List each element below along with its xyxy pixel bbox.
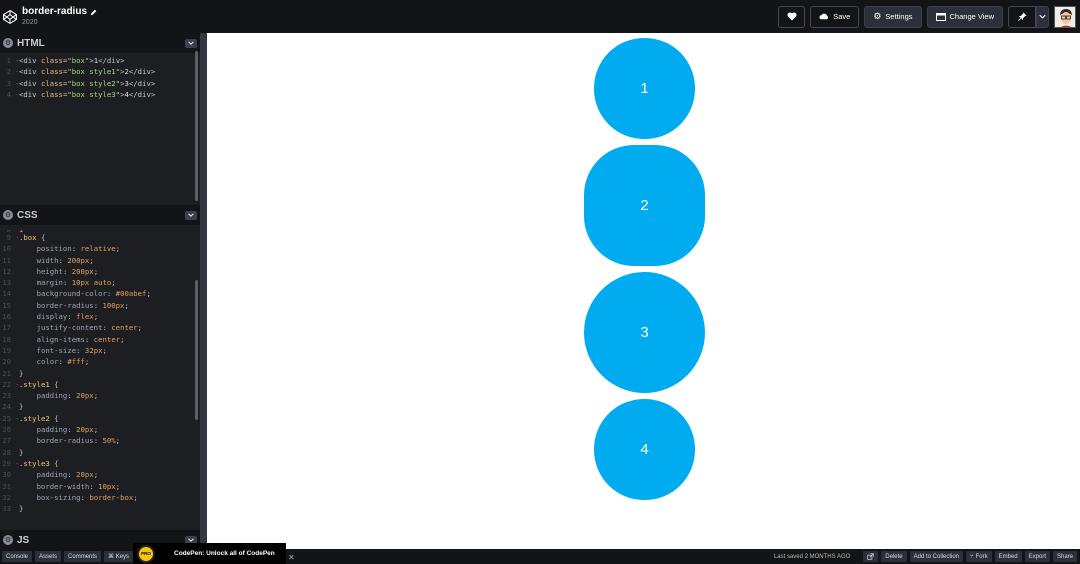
code-line: 16 display: flex; <box>2 312 99 322</box>
chevron-down-icon <box>1039 14 1046 19</box>
code-line: 25- .style2 { <box>2 413 59 423</box>
chevron-down-icon <box>188 213 194 217</box>
code-line: 26 padding: 20px; <box>2 425 99 435</box>
share-button[interactable]: Share <box>1052 551 1077 562</box>
editor-column: ⚙ HTML 1- <div class = "box" >1 </div> 2- <div… <box>0 33 203 550</box>
code-line: 3- <div class = "box style2" >3 </div> <box>6 78 156 88</box>
css-code-editor[interactable]: 8 * 9-.box { 10 position: relative; 11 w… <box>0 225 203 530</box>
code-line: 12 height: 200px; <box>2 266 99 276</box>
love-button[interactable] <box>778 5 806 28</box>
html-settings-icon[interactable]: ⚙ <box>3 38 13 48</box>
css-settings-icon[interactable]: ⚙ <box>3 210 13 220</box>
pin-dropdown-button[interactable] <box>1036 5 1049 28</box>
pen-title-area: border-radius 2020 <box>22 6 97 27</box>
pen-title-text: border-radius <box>22 6 88 17</box>
pen-title[interactable]: border-radius <box>22 6 97 18</box>
keys-button[interactable]: ⌘ Keys <box>104 551 134 562</box>
code-line: 21 } <box>2 368 24 378</box>
js-settings-icon[interactable]: ⚙ <box>3 535 13 545</box>
code-line: 13 margin: 10px auto; <box>2 278 116 288</box>
code-line: 27 border-radius: 50%; <box>2 436 121 446</box>
code-line: 33 } <box>2 504 24 514</box>
code-line: 24 } <box>2 402 24 412</box>
code-line: 31 border-width: 10px; <box>2 481 121 491</box>
css-collapse-button[interactable] <box>185 210 197 220</box>
code-line: 29- .style3 { <box>2 458 59 468</box>
console-button[interactable]: Console <box>2 551 33 562</box>
code-line: 2- <div class = "box style1" >2 </div> <box>6 67 156 77</box>
css-scrollbar[interactable] <box>195 280 198 420</box>
pro-badge-icon: PRO <box>137 544 155 563</box>
fork-label: Fork <box>975 553 988 560</box>
toolbar-right: Save ⚙ Settings Change View <box>778 0 1080 33</box>
fork-button[interactable]: ⑂ Fork <box>966 551 992 562</box>
codepen-logo-icon[interactable] <box>2 9 18 25</box>
top-bar: border-radius 2020 Save ⚙ Settings Chang… <box>0 0 1080 33</box>
edit-pencil-icon[interactable] <box>90 9 97 16</box>
editor-resize-handle[interactable] <box>200 33 207 549</box>
pro-promo-banner[interactable]: PRO CodePen: Unlock all of CodePen <box>133 543 286 564</box>
js-panel-title: JS <box>17 534 30 546</box>
code-line: 28 } <box>2 447 24 457</box>
chevron-down-icon <box>188 41 194 45</box>
code-line: 14 background-color: #00abef; <box>2 289 151 299</box>
html-code-editor[interactable]: 1- <div class = "box" >1 </div> 2- <div class =… <box>0 51 203 205</box>
save-button[interactable]: Save <box>810 5 860 28</box>
fork-icon: ⑂ <box>970 553 974 560</box>
code-line: 32 box-sizing: border-box; <box>2 492 138 502</box>
chevron-down-icon <box>188 538 194 542</box>
code-line: 30 padding: 20px; <box>2 470 99 480</box>
bottom-right-actions: Last saved 2 MONTHS AGO Delete Add to Co… <box>774 549 1080 564</box>
last-saved-status: Last saved 2 MONTHS AGO <box>773 553 851 560</box>
preview-box-2: 2 <box>584 145 705 266</box>
pin-group <box>1008 5 1049 28</box>
layout-icon <box>935 12 946 21</box>
css-panel-title: CSS <box>17 209 38 221</box>
html-panel-title: HTML <box>17 37 45 49</box>
heart-icon <box>787 12 797 21</box>
preview-pane: 1 2 3 4 <box>207 33 1080 549</box>
code-line: 18 align-items: center; <box>2 334 125 344</box>
code-line: 22- .style1 { <box>2 379 59 389</box>
preview-box-1: 1 <box>594 38 695 139</box>
embed-button[interactable]: Embed <box>994 551 1022 562</box>
code-line: 20 color: #fff; <box>2 357 90 367</box>
html-panel-header[interactable]: ⚙ HTML <box>0 33 203 53</box>
code-line: 19 font-size: 32px; <box>2 345 107 355</box>
pen-subtitle: 2020 <box>22 19 38 26</box>
code-line: 23 padding: 20px; <box>2 391 99 401</box>
pin-button[interactable] <box>1008 5 1036 28</box>
code-line: 1- <div class = "box" >1 </div> <box>6 56 125 65</box>
code-line: 17 justify-content: center; <box>2 323 143 333</box>
code-line: 11 width: 200px; <box>2 255 94 265</box>
preview-box-3: 3 <box>584 272 705 393</box>
delete-button[interactable]: Delete <box>881 551 907 562</box>
code-line: 10 position: relative; <box>2 244 121 254</box>
settings-button[interactable]: ⚙ Settings <box>864 5 922 28</box>
close-icon[interactable]: ✕ <box>288 553 295 562</box>
external-link-icon <box>867 553 874 560</box>
cloud-icon <box>819 13 829 20</box>
save-label: Save <box>833 12 851 21</box>
change-view-label: Change View <box>949 12 994 21</box>
code-line: 15 border-radius: 100px; <box>2 300 129 310</box>
preview-box-4: 4 <box>594 399 695 500</box>
code-line: 9- .box { <box>6 233 46 242</box>
settings-label: Settings <box>885 12 913 21</box>
html-collapse-button[interactable] <box>185 38 197 48</box>
assets-button[interactable]: Assets <box>35 551 62 562</box>
gear-icon: ⚙ <box>873 11 882 21</box>
change-view-button[interactable]: Change View <box>926 5 1003 28</box>
open-external-button[interactable] <box>863 551 879 562</box>
comments-button[interactable]: Comments <box>64 551 102 562</box>
export-button[interactable]: Export <box>1024 551 1050 562</box>
avatar-image <box>1055 6 1075 27</box>
user-avatar[interactable] <box>1054 5 1076 28</box>
pin-icon <box>1017 12 1027 21</box>
css-panel-header[interactable]: ⚙ CSS <box>0 205 203 225</box>
html-scrollbar[interactable] <box>195 51 198 201</box>
add-to-collection-button[interactable]: Add to Collection <box>909 551 964 562</box>
promo-text: CodePen: Unlock all of CodePen <box>174 550 275 557</box>
code-line: 4- <div class = "box style3" >4 </div> <box>6 89 156 99</box>
